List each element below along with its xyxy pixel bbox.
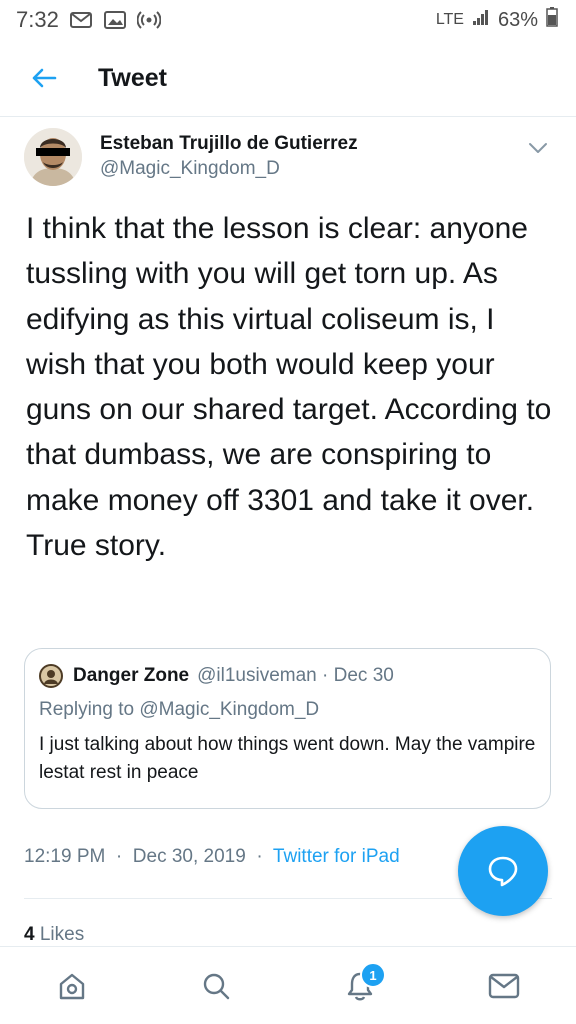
tweet-options-button[interactable] bbox=[524, 134, 552, 162]
quoted-avatar bbox=[39, 664, 63, 688]
reply-fab-button[interactable] bbox=[458, 826, 548, 916]
bottom-nav: 1 bbox=[0, 946, 576, 1024]
quoted-date: Dec 30 bbox=[333, 665, 394, 686]
back-button[interactable] bbox=[20, 54, 68, 102]
battery-icon bbox=[546, 7, 558, 33]
likes-label: Likes bbox=[39, 924, 85, 945]
quoted-tweet[interactable]: Danger Zone @il1usiveman · Dec 30 Replyi… bbox=[24, 648, 551, 809]
battery-percent: 63% bbox=[497, 8, 538, 31]
quoted-handle: @il1usiveman bbox=[197, 665, 317, 686]
home-icon bbox=[59, 973, 85, 1000]
author-name[interactable]: Esteban Trujillo de Gutierrez bbox=[100, 132, 358, 156]
nav-messages[interactable] bbox=[468, 950, 540, 1022]
nav-home[interactable] bbox=[36, 950, 108, 1022]
signal-icon bbox=[472, 8, 490, 32]
nav-search[interactable] bbox=[180, 950, 252, 1022]
author-handle[interactable]: @Magic_Kingdom_D bbox=[100, 156, 358, 182]
tweet-timestamp: 12:19 PM · Dec 30, 2019 · Twitter for iP… bbox=[24, 846, 400, 868]
back-arrow-icon bbox=[32, 68, 57, 88]
avatar[interactable] bbox=[24, 128, 82, 186]
author-names: Esteban Trujillo de Gutierrez @Magic_Kin… bbox=[100, 132, 358, 182]
quoted-tweet-header: Danger Zone @il1usiveman · Dec 30 bbox=[39, 663, 536, 689]
status-bar: 7:32 LTE 63% bbox=[0, 0, 576, 40]
tweet-author: Esteban Trujillo de Gutierrez @Magic_Kin… bbox=[24, 128, 552, 192]
tweet-text: I think that the lesson is clear: anyone… bbox=[26, 212, 552, 563]
quoted-name: Danger Zone bbox=[73, 665, 190, 686]
quoted-replying-to: Replying to @Magic_Kingdom_D bbox=[39, 697, 536, 723]
gallery-icon bbox=[103, 10, 127, 30]
status-left: 7:32 bbox=[16, 7, 161, 33]
hotspot-icon bbox=[136, 10, 161, 30]
tweet-time: 12:19 PM bbox=[24, 846, 106, 867]
quoted-separator: · bbox=[316, 665, 334, 686]
page-title: Tweet bbox=[98, 63, 167, 92]
replying-prefix: Replying to bbox=[39, 699, 135, 720]
likes-number: 4 bbox=[24, 924, 35, 945]
mail-icon bbox=[488, 973, 520, 999]
status-right: LTE 63% bbox=[436, 7, 558, 33]
screen: 7:32 LTE 63% Tweet Esteban Trujillo de G… bbox=[0, 0, 576, 1024]
quoted-text: I just talking about how things went dow… bbox=[39, 734, 536, 783]
status-time: 7:32 bbox=[16, 7, 59, 32]
chevron-down-icon bbox=[529, 143, 547, 153]
tweet-date: Dec 30, 2019 bbox=[132, 846, 246, 867]
gmail-icon bbox=[69, 10, 93, 30]
timestamp-separator: · bbox=[110, 846, 128, 867]
replying-handle: @Magic_Kingdom_D bbox=[139, 699, 320, 720]
notification-badge: 1 bbox=[360, 962, 386, 988]
network-type: LTE bbox=[435, 11, 464, 28]
tweet-source[interactable]: Twitter for iPad bbox=[273, 846, 400, 867]
timestamp-separator: · bbox=[251, 846, 268, 867]
compose-reply-icon bbox=[488, 856, 518, 887]
app-header: Tweet bbox=[0, 40, 576, 117]
search-icon bbox=[203, 973, 230, 1000]
likes-count[interactable]: 4 Likes bbox=[24, 924, 84, 946]
nav-notifications[interactable]: 1 bbox=[324, 950, 396, 1022]
